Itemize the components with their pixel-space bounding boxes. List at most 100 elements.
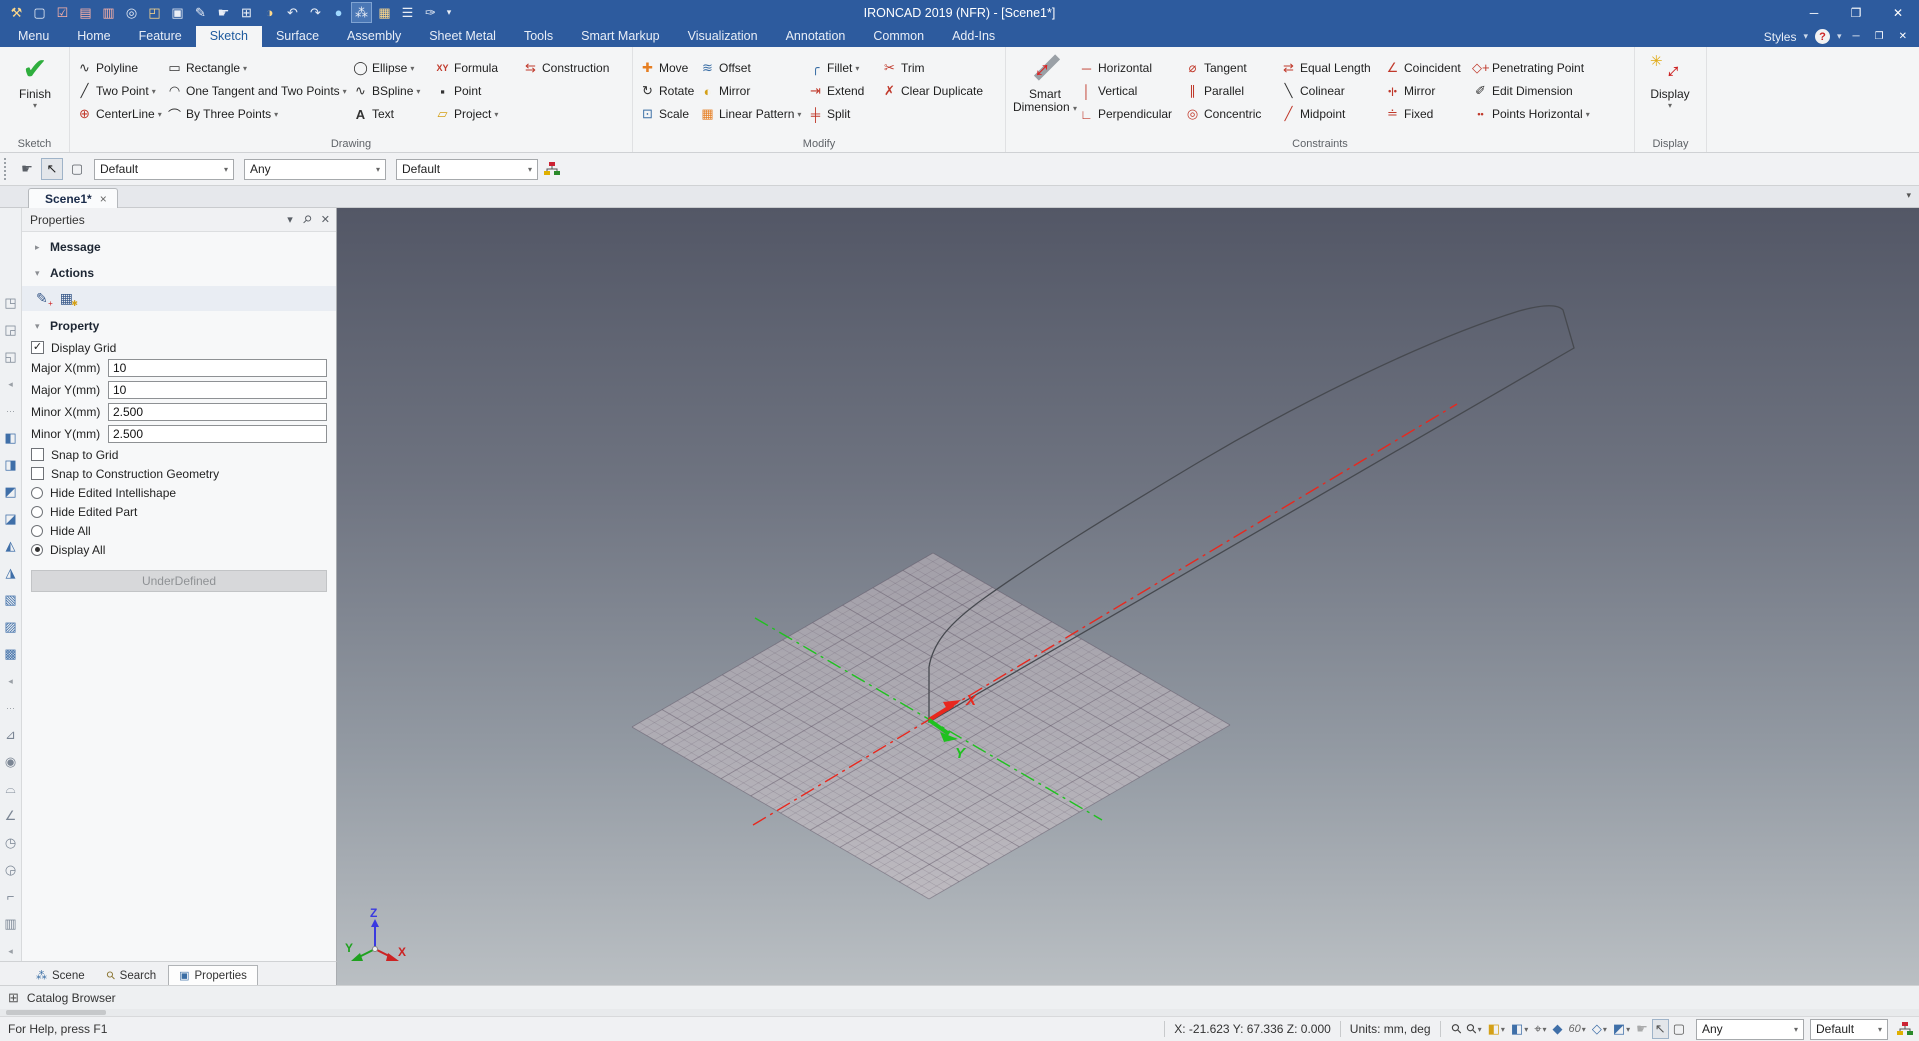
minor-x-mm-input[interactable]: 2.500 <box>108 403 327 421</box>
panel-tab-search[interactable]: ⚲ Search <box>97 966 167 985</box>
solid-view-button[interactable]: ◆ <box>1551 1019 1565 1039</box>
ribbon-item-point[interactable]: ▪ Point <box>434 84 522 99</box>
menu-tab-tools[interactable]: Tools <box>510 26 567 47</box>
menu-tab-sheet-metal[interactable]: Sheet Metal <box>415 26 510 47</box>
ribbon-item-vertical[interactable]: │ Vertical <box>1078 84 1184 99</box>
scene-browser-icon[interactable]: ⁂ <box>351 2 372 23</box>
menu-tab-home[interactable]: Home <box>63 26 124 47</box>
redo-icon[interactable]: ↷ <box>305 2 326 23</box>
horizontal-scrollbar[interactable] <box>0 1009 1919 1016</box>
section-view-icon[interactable]: ⌓ <box>5 782 15 796</box>
render-target-button[interactable]: ◧ ▾ <box>1486 1019 1507 1039</box>
view-cube-9-icon[interactable]: ▩ <box>4 647 16 661</box>
minimize-button[interactable]: ─ <box>1793 0 1835 25</box>
panel-collapse-icon[interactable]: ▾ <box>287 213 293 226</box>
panel-tab-scene[interactable]: ⁂ Scene <box>26 966 95 985</box>
ruler-icon[interactable]: ▥ <box>4 917 16 931</box>
dock-collapse-3-icon[interactable]: ◂ <box>8 944 13 958</box>
ribbon-item-two-point[interactable]: ╱ Two Point ▾ <box>76 83 166 99</box>
paint-fill-icon[interactable]: ◑ <box>259 2 280 23</box>
menu-tab-annotation[interactable]: Annotation <box>772 26 860 47</box>
ribbon-item-trim[interactable]: ✂ Trim <box>881 60 999 76</box>
shape-overlap-1-icon[interactable]: ◳ <box>4 296 16 310</box>
hide-edited-intellishape-radio[interactable] <box>31 486 43 499</box>
major-x-mm-input[interactable]: 10 <box>108 359 327 377</box>
hide-edited-part-radio[interactable] <box>31 505 43 518</box>
zoom-window-button[interactable]: ⚲ ▾ <box>1463 1019 1484 1039</box>
ribbon-item-clear-duplicate[interactable]: ✗ Clear Duplicate <box>881 83 999 99</box>
config-select-dropdown[interactable]: Default ▾ <box>1810 1018 1888 1040</box>
selection-filter-dropdown[interactable]: Any ▾ <box>1696 1018 1804 1040</box>
scrollbar-thumb[interactable] <box>6 1010 106 1015</box>
ribbon-item-construction[interactable]: ⇆ Construction <box>522 60 626 76</box>
ribbon-item-horizontal[interactable]: ─ Horizontal <box>1078 61 1184 76</box>
ribbon-item-parallel[interactable]: ∥ Parallel <box>1184 83 1280 99</box>
menu-tab-common[interactable]: Common <box>859 26 938 47</box>
menu-tab-visualization[interactable]: Visualization <box>674 26 772 47</box>
view-cube-7-icon[interactable]: ▧ <box>4 593 16 607</box>
add-shape-icon[interactable]: ⊞ <box>236 2 257 23</box>
ribbon-item-bspline[interactable]: ∿ BSpline ▾ <box>352 83 434 99</box>
wireframe-view-button[interactable]: ◇ ▾ <box>1590 1019 1609 1039</box>
dock-grip-2-icon[interactable]: ⋯ <box>6 701 15 715</box>
shape-overlap-2-icon[interactable]: ◲ <box>4 323 16 337</box>
toolbar-grip[interactable] <box>4 158 8 180</box>
3d-viewport[interactable]: X Y Z Y X <box>337 208 1919 985</box>
menu-tab-add-ins[interactable]: Add-Ins <box>938 26 1009 47</box>
section-property[interactable]: ▾ Property <box>22 311 336 337</box>
menu-tab-assembly[interactable]: Assembly <box>333 26 415 47</box>
viewport-canvas[interactable]: X Y Z Y X <box>337 208 1919 985</box>
ribbon-item-equal-length[interactable]: ⇄ Equal Length <box>1280 60 1384 76</box>
render-brush-icon[interactable]: ✑ <box>420 2 441 23</box>
view-cube-3-icon[interactable]: ◩ <box>4 485 16 499</box>
ribbon-item-by-three-points[interactable]: ⌒ By Three Points ▾ <box>166 105 352 124</box>
ribbon-item-offset[interactable]: ≋ Offset <box>699 60 807 76</box>
styles-button[interactable]: Styles <box>1764 30 1797 44</box>
section-message[interactable]: ▸ Message <box>22 232 336 258</box>
shape-overlap-3-icon[interactable]: ◱ <box>4 350 16 364</box>
new-drawing-check-icon[interactable]: ☑ <box>52 2 73 23</box>
zoom-in-button[interactable]: ⚲ <box>1447 1019 1464 1039</box>
close-button[interactable]: ✕ <box>1877 0 1919 25</box>
measure-tool-icon[interactable]: ⊿ <box>5 728 16 742</box>
material-sphere-icon[interactable]: ● <box>328 2 349 23</box>
display-grid-checkbox[interactable]: ✓ <box>31 341 44 354</box>
catalog-browser-bar[interactable]: ⊞ Catalog Browser <box>0 985 1919 1009</box>
new-scene-icon[interactable]: ▢ <box>29 2 50 23</box>
ribbon-item-rotate[interactable]: ↻ Rotate <box>639 83 699 99</box>
ribbon-item-formula[interactable]: XY Formula <box>434 61 522 75</box>
undo-icon[interactable]: ↶ <box>282 2 303 23</box>
snap-to-grid-checkbox[interactable] <box>31 448 44 461</box>
qa-more-icon[interactable]: ▾ <box>443 2 455 23</box>
ribbon-item-centerline[interactable]: ⊕ CenterLine ▾ <box>76 106 166 122</box>
dock-grip-1-icon[interactable]: ⋯ <box>6 404 15 418</box>
ribbon-item-colinear[interactable]: ╲ Colinear <box>1280 83 1384 99</box>
ribbon-item-text[interactable]: A Text <box>352 107 434 122</box>
panel-close-icon[interactable]: ✕ <box>321 213 330 226</box>
box-select-button[interactable]: ▢ <box>1671 1019 1687 1039</box>
ribbon-item-midpoint[interactable]: ╱ Midpoint <box>1280 106 1384 122</box>
render-quality-button[interactable]: ◩ ▾ <box>1611 1019 1632 1039</box>
open-folder-icon[interactable]: ◰ <box>144 2 165 23</box>
menu-tab-feature[interactable]: Feature <box>125 26 196 47</box>
ribbon-item-tangent[interactable]: ⌀ Tangent <box>1184 60 1280 76</box>
camera-eye-icon[interactable]: ◉ <box>5 755 16 769</box>
view-cube-6-icon[interactable]: ◮ <box>6 566 16 580</box>
ribbon-item-rectangle[interactable]: ▭ Rectangle ▾ <box>166 60 352 76</box>
underdefined-button[interactable]: UnderDefined <box>31 570 327 592</box>
ribbon-item-ellipse[interactable]: ◯ Ellipse ▾ <box>352 60 434 76</box>
ribbon-item-extend[interactable]: ⇥ Extend <box>807 83 881 99</box>
ribbon-item-split[interactable]: ╪ Split <box>807 107 881 122</box>
ribbon-item-polyline[interactable]: ∿ Polyline <box>76 60 166 76</box>
ribbon-item-linear-pattern[interactable]: ▦ Linear Pattern ▾ <box>699 106 807 122</box>
menu-tab-smart-markup[interactable]: Smart Markup <box>567 26 674 47</box>
select-cursor-button[interactable]: ↖ <box>1651 1019 1669 1039</box>
perspective-60-button[interactable]: 60 ▾ <box>1567 1019 1588 1039</box>
menu-tab-sketch[interactable]: Sketch <box>195 26 262 47</box>
dock-collapse-1-icon[interactable]: ◂ <box>8 377 13 391</box>
edit-grid-action-icon[interactable]: ✎ + <box>36 290 53 308</box>
hide-all-radio[interactable] <box>31 524 43 537</box>
catalog-box-icon[interactable]: ▦ <box>374 2 395 23</box>
view-cube-5-icon[interactable]: ◭ <box>6 539 16 553</box>
view-compass-icon[interactable]: ◶ <box>5 863 16 877</box>
